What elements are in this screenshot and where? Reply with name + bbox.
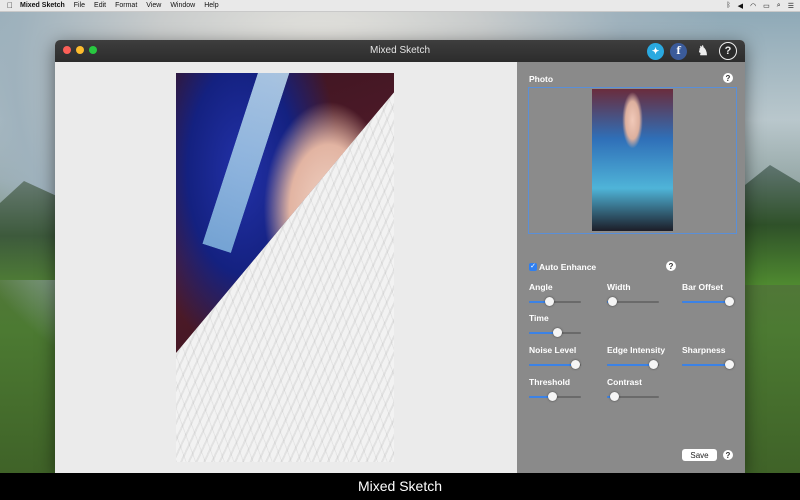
- menu-app-name[interactable]: Mixed Sketch: [20, 2, 65, 9]
- noise-level-label: Noise Level: [529, 345, 577, 355]
- menu-format[interactable]: Format: [115, 2, 137, 9]
- sketch-preview-image: [176, 73, 394, 462]
- image-canvas: [55, 62, 517, 473]
- facebook-icon[interactable]: f: [670, 42, 687, 60]
- menu-status-area: ᛒ ◀ ◠ ▭ ⌕ ☰: [726, 2, 800, 10]
- settings-panel: Photo ? ✓ Auto Enhance ? Angle Width Bar…: [517, 62, 745, 473]
- menu-view[interactable]: View: [146, 2, 161, 9]
- menu-file[interactable]: File: [74, 2, 85, 9]
- wallpaper-mountain-right: [740, 165, 800, 285]
- bar-offset-label: Bar Offset: [682, 282, 724, 292]
- width-label: Width: [607, 282, 631, 292]
- sharpness-slider[interactable]: [682, 360, 734, 370]
- save-help-button[interactable]: ?: [723, 450, 733, 460]
- title-bar: Mixed Sketch ✦ f ♞ ?: [55, 40, 745, 63]
- battery-icon[interactable]: ▭: [763, 2, 770, 10]
- help-icon[interactable]: ?: [719, 42, 737, 60]
- bar-offset-slider[interactable]: [682, 297, 734, 307]
- twitter-icon[interactable]: ✦: [647, 42, 664, 60]
- width-slider[interactable]: [607, 297, 659, 307]
- auto-enhance-checkbox[interactable]: ✓: [529, 263, 537, 271]
- noise-level-slider[interactable]: [529, 360, 581, 370]
- photo-help-button[interactable]: ?: [723, 73, 733, 83]
- wifi-icon[interactable]: ◠: [750, 2, 756, 10]
- photo-drop-well[interactable]: [528, 87, 737, 234]
- auto-enhance-label: Auto Enhance: [539, 262, 597, 272]
- menu-window[interactable]: Window: [170, 2, 195, 9]
- menu-bar:  Mixed Sketch File Edit Format View Win…: [0, 0, 800, 12]
- edge-intensity-label: Edge Intensity: [607, 345, 666, 355]
- time-slider[interactable]: [529, 328, 581, 338]
- app-window: Mixed Sketch ✦ f ♞ ? Photo ? ✓ Auto Enha…: [55, 40, 745, 473]
- window-title: Mixed Sketch: [369, 45, 431, 56]
- save-button[interactable]: Save: [682, 449, 717, 461]
- photo-thumbnail: [592, 89, 673, 231]
- contrast-slider[interactable]: [607, 392, 659, 402]
- sharpness-label: Sharpness: [682, 345, 726, 355]
- auto-enhance-help-button[interactable]: ?: [666, 261, 676, 271]
- caption-bar: Mixed Sketch: [0, 473, 800, 500]
- threshold-slider[interactable]: [529, 392, 581, 402]
- photo-label: Photo: [529, 74, 554, 84]
- toolbar-icons: ✦ f ♞ ?: [647, 42, 737, 60]
- spotlight-icon[interactable]: ⌕: [777, 2, 781, 10]
- time-label: Time: [529, 313, 549, 323]
- edge-intensity-slider[interactable]: [607, 360, 659, 370]
- threshold-label: Threshold: [529, 377, 571, 387]
- angle-label: Angle: [529, 282, 553, 292]
- apple-icon[interactable]: : [0, 1, 20, 10]
- menu-edit[interactable]: Edit: [94, 2, 106, 9]
- bluetooth-icon[interactable]: ᛒ: [726, 2, 730, 9]
- horse-icon[interactable]: ♞: [693, 43, 713, 60]
- menu-help[interactable]: Help: [204, 2, 218, 9]
- notification-center-icon[interactable]: ☰: [788, 2, 794, 10]
- contrast-label: Contrast: [607, 377, 642, 387]
- volume-icon[interactable]: ◀: [738, 2, 743, 10]
- angle-slider[interactable]: [529, 297, 581, 307]
